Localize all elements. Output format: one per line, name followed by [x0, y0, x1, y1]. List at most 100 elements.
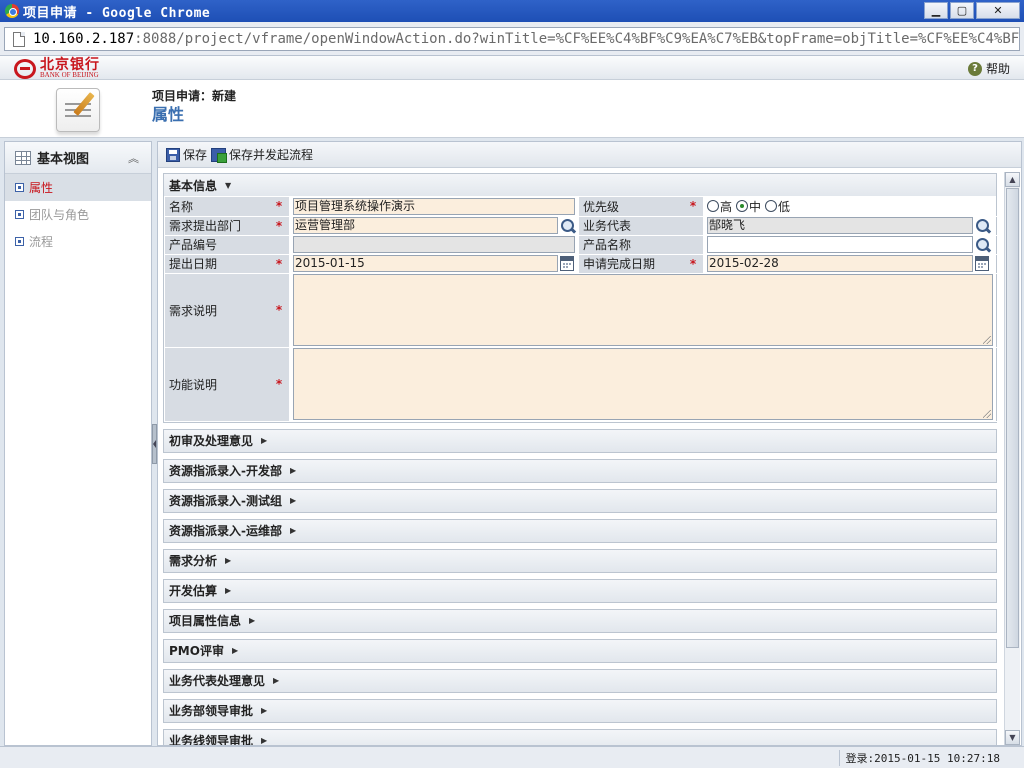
- save-label: 保存: [183, 148, 208, 162]
- chrome-icon: [5, 4, 19, 18]
- bank-logo: 北京银行 BANK OF BEIJING: [14, 58, 100, 79]
- sidebar-item-properties[interactable]: 属性: [5, 174, 151, 201]
- minimize-button[interactable]: ▁: [924, 2, 948, 19]
- priority-medium-radio[interactable]: 中: [736, 198, 761, 215]
- section-header[interactable]: 资源指派录入-测试组 ▶: [164, 489, 996, 512]
- triangle-right-icon: ▶: [249, 616, 256, 625]
- save-button[interactable]: 保存: [166, 146, 207, 163]
- app-header: 北京银行 BANK OF BEIJING ? 帮助: [0, 56, 1024, 80]
- scroll-down-arrow-icon[interactable]: ▼: [1005, 730, 1020, 745]
- rep-input[interactable]: 郜晓飞: [707, 217, 973, 234]
- required-mark: *: [683, 254, 703, 274]
- priority-high-radio[interactable]: 高: [707, 198, 732, 215]
- url-field[interactable]: 10.160.2.187:8088/project/vframe/openWin…: [4, 27, 1020, 51]
- window-title: 项目申请 - Google Chrome: [23, 5, 211, 21]
- section-header[interactable]: PMO评审 ▶: [164, 639, 996, 662]
- edit-document-icon: [56, 88, 100, 132]
- triangle-right-icon: ▶: [261, 736, 268, 745]
- section-header[interactable]: 需求分析 ▶: [164, 549, 996, 572]
- page-icon: [13, 31, 25, 47]
- section-header[interactable]: 业务部领导审批 ▶: [164, 699, 996, 722]
- triangle-right-icon: ▶: [289, 496, 297, 505]
- section-header[interactable]: 项目属性信息 ▶: [164, 609, 996, 632]
- calendar-icon[interactable]: [560, 256, 574, 271]
- radio-label: 高: [720, 199, 733, 214]
- product-no-input[interactable]: [293, 236, 575, 253]
- triangle-right-icon: ▶: [225, 556, 232, 565]
- calendar-icon[interactable]: [975, 256, 989, 271]
- triangle-right-icon: ▶: [289, 466, 297, 475]
- section-basic-info: 基本信息 ▼ 名称 * 项目管理系统操作演示 优先级 * 高 中 低 需求提出部…: [163, 173, 997, 423]
- page-banner: 项目申请：新建 属性: [0, 80, 1024, 138]
- help-link[interactable]: ? 帮助: [967, 60, 1010, 77]
- save-start-flow-button[interactable]: 保存并发起流程: [211, 146, 313, 163]
- section-panel: 开发估算 ▶: [163, 578, 997, 603]
- required-mark: *: [683, 197, 703, 217]
- search-icon[interactable]: [975, 237, 991, 253]
- required-mark: *: [269, 254, 289, 274]
- submit-date-input[interactable]: 2015-01-15: [293, 255, 558, 272]
- sidebar-item-team-roles[interactable]: 团队与角色: [5, 201, 151, 228]
- spacer: [683, 235, 703, 255]
- section-panel: 初审及处理意见 ▶: [163, 428, 997, 453]
- sidebar: 基本视图 ︽ 属性 团队与角色 流程: [4, 141, 152, 746]
- page-title: 属性: [152, 105, 185, 124]
- search-icon[interactable]: [560, 218, 576, 234]
- section-title: 需求分析: [169, 554, 218, 568]
- required-mark: *: [269, 216, 289, 236]
- sidebar-item-workflow[interactable]: 流程: [5, 228, 151, 255]
- section-header[interactable]: 业务代表处理意见 ▶: [164, 669, 996, 692]
- complete-date-label: 申请完成日期: [579, 254, 683, 274]
- section-panel: 资源指派录入-测试组 ▶: [163, 488, 997, 513]
- triangle-right-icon: ▶: [231, 646, 239, 655]
- sidebar-header: 基本视图 ︽: [5, 142, 151, 174]
- bullet-icon: [15, 183, 24, 192]
- triangle-right-icon: ▶: [261, 706, 268, 715]
- section-header[interactable]: 资源指派录入-运维部 ▶: [164, 519, 996, 542]
- requirement-desc-textarea[interactable]: [293, 274, 993, 346]
- maximize-button[interactable]: ▢: [950, 2, 974, 19]
- requirement-desc-label: 需求说明: [165, 273, 269, 348]
- scroll-up-arrow-icon[interactable]: ▲: [1005, 172, 1020, 187]
- help-icon: ?: [967, 61, 982, 76]
- window-titlebar: 项目申请 - Google Chrome ▁ ▢ ✕: [0, 0, 1024, 22]
- complete-date-input[interactable]: 2015-02-28: [707, 255, 973, 272]
- name-input[interactable]: 项目管理系统操作演示: [293, 197, 575, 215]
- required-mark: *: [269, 197, 289, 217]
- priority-low-radio[interactable]: 低: [765, 198, 790, 215]
- login-time: 登录:2015-01-15 10:27:18: [838, 750, 1000, 766]
- product-no-label: 产品编号: [165, 235, 269, 255]
- close-button[interactable]: ✕: [976, 2, 1020, 19]
- section-header[interactable]: 资源指派录入-开发部 ▶: [164, 459, 996, 482]
- required-mark: *: [269, 273, 289, 348]
- function-desc-textarea[interactable]: [293, 348, 993, 420]
- priority-label: 优先级: [579, 197, 683, 217]
- section-title: 资源指派录入-测试组: [169, 494, 282, 508]
- section-header[interactable]: 基本信息 ▼: [164, 174, 996, 196]
- dept-label: 需求提出部门: [165, 216, 269, 236]
- collapsed-sections: 初审及处理意见 ▶ 资源指派录入-开发部 ▶ 资源指派录入-测试组 ▶ 资源指派录入-运维部…: [163, 428, 999, 745]
- status-bar: 登录:2015-01-15 10:27:18: [0, 746, 1024, 768]
- dept-input[interactable]: 运营管理部: [293, 217, 558, 234]
- toolbar: 保存 保存并发起流程: [158, 142, 1021, 168]
- section-title: 资源指派录入-运维部: [169, 524, 282, 538]
- sidebar-item-label: 流程: [29, 235, 54, 249]
- save-flow-icon: [211, 147, 228, 163]
- product-name-input[interactable]: [707, 236, 973, 253]
- section-title: 资源指派录入-开发部: [169, 464, 282, 478]
- radio-label: 中: [749, 199, 762, 214]
- scrollbar-thumb[interactable]: [1006, 188, 1019, 648]
- logo-en: BANK OF BEIJING: [40, 71, 99, 79]
- search-icon[interactable]: [975, 218, 991, 234]
- radio-label: 低: [778, 199, 791, 214]
- spacer: [269, 235, 289, 255]
- collapse-up-icon[interactable]: ︽: [128, 150, 139, 166]
- radio-selected-icon: [736, 200, 749, 213]
- main-panel: 保存 保存并发起流程 基本信息 ▼ 名称 * 项目管理系统操作演示 优先级 *: [157, 141, 1022, 746]
- sidebar-item-label: 团队与角色: [29, 208, 90, 222]
- section-header[interactable]: 初审及处理意见 ▶: [164, 429, 996, 452]
- section-header[interactable]: 开发估算 ▶: [164, 579, 996, 602]
- section-header[interactable]: 业务线领导审批 ▶: [164, 729, 996, 745]
- vertical-scrollbar[interactable]: ▲ ▼: [1004, 172, 1020, 745]
- grid-icon: [15, 150, 31, 165]
